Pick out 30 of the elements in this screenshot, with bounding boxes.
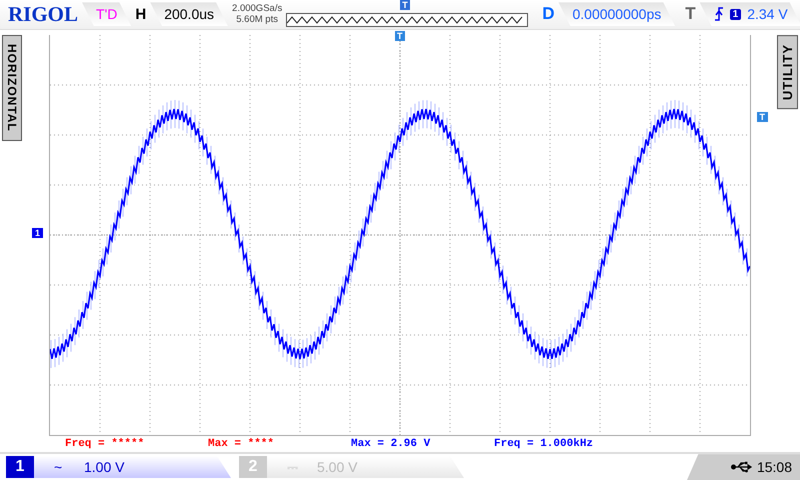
delay-value: 0.00000000ps: [558, 2, 676, 26]
run-status: T'D: [82, 2, 132, 26]
sample-rate: 2.000GSa/s: [232, 3, 282, 14]
channel-scale: 5.00 V: [317, 459, 358, 476]
brand-logo: RIGOL: [8, 2, 78, 27]
delay-label: D: [542, 4, 554, 24]
timebase-value: 200.0us: [150, 2, 228, 26]
measurement-reading: Freq = *****: [65, 438, 146, 450]
trigger-level: 2.34 V: [747, 6, 788, 22]
channel-number: 1: [6, 456, 34, 478]
horizontal-tab[interactable]: HORIZONTAL: [2, 34, 22, 141]
trigger-level-marker[interactable]: T: [756, 112, 768, 122]
trigger-position-marker[interactable]: T: [395, 30, 404, 41]
horizontal-label: H: [135, 6, 146, 23]
channel-setting[interactable]: 1 ~ 1.00 V: [6, 456, 231, 478]
measurement-reading: Max = 2.96 V: [351, 438, 432, 450]
measurement-reading: Freq = 1.000kHz: [494, 438, 594, 450]
trigger-position-marker: T: [400, 0, 410, 10]
channel-scale: 1.00 V: [84, 459, 124, 476]
utility-tab[interactable]: UTILITY: [777, 34, 798, 109]
coupling-symbol: ⎓: [287, 458, 299, 476]
trigger-label: T: [685, 4, 696, 24]
rising-edge-icon: [714, 7, 724, 22]
clock-time: 15:08: [756, 459, 792, 476]
channel-marker[interactable]: 1: [32, 228, 44, 238]
memory-depth: 5.60M pts: [235, 14, 279, 26]
usb-icon: [730, 461, 753, 474]
coupling-symbol: ~: [54, 459, 64, 476]
measurement-reading: Max = ****: [208, 438, 276, 450]
trigger-source: 1: [730, 8, 742, 20]
